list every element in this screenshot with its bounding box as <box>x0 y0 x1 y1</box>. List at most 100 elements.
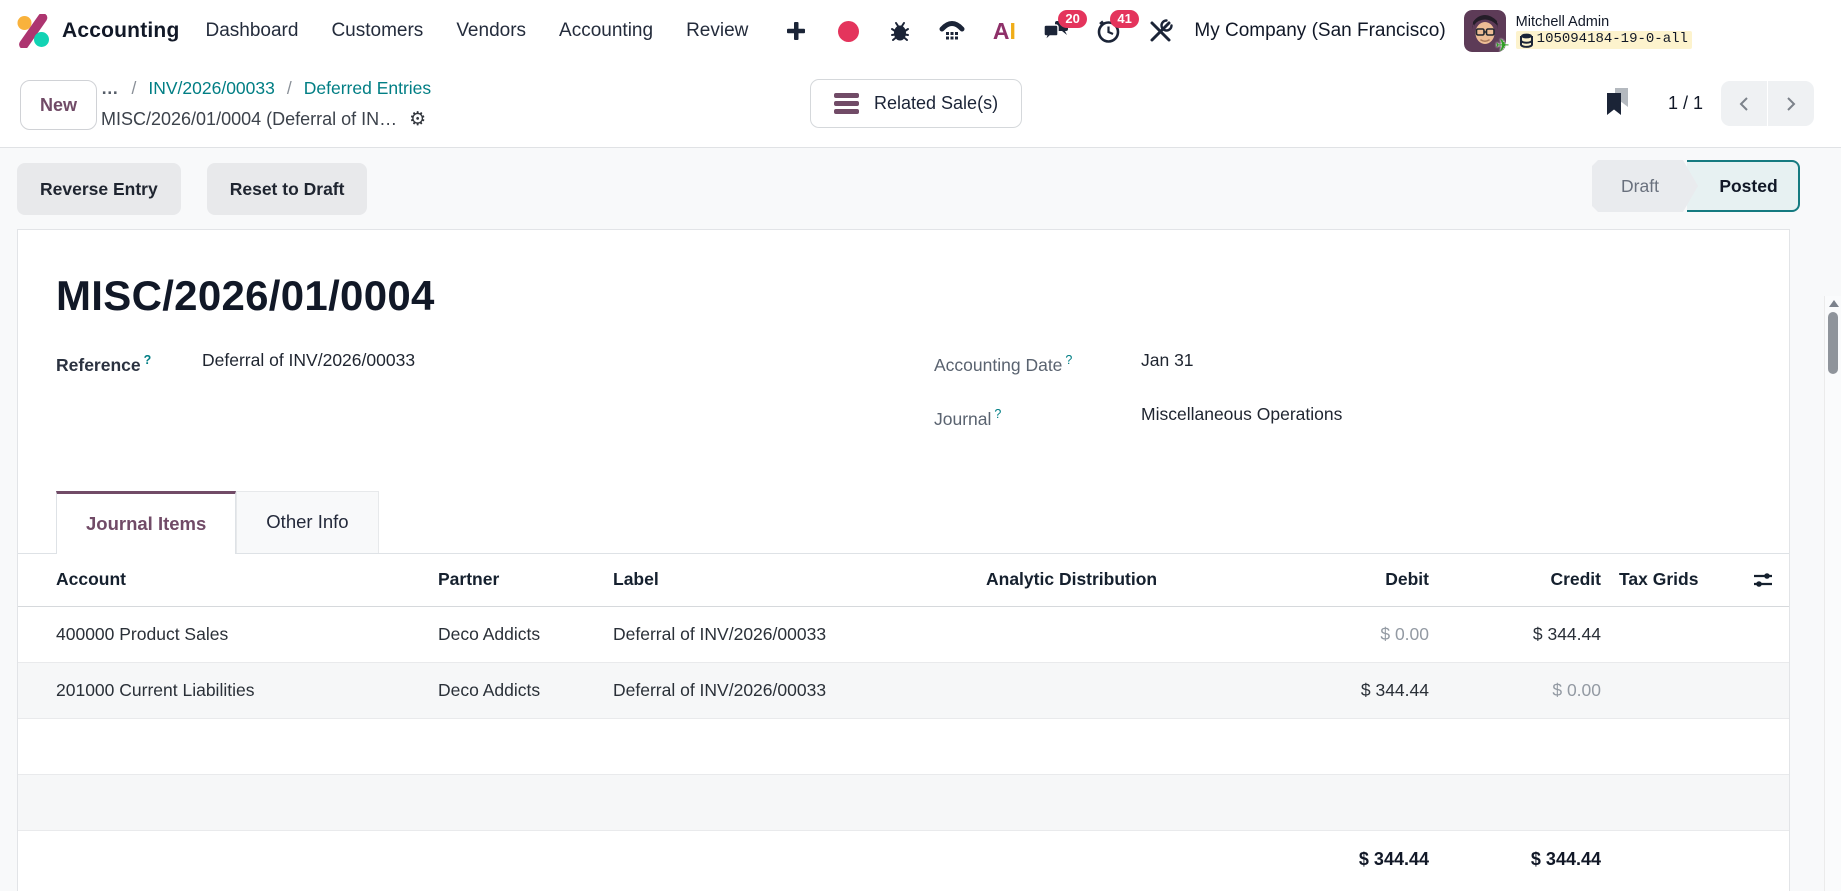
column-header-credit[interactable]: Credit <box>1429 569 1601 590</box>
table-header-row: Account Partner Label Analytic Distribut… <box>18 554 1789 607</box>
pager-next-button[interactable] <box>1768 81 1814 126</box>
menu-customers[interactable]: Customers <box>331 20 423 42</box>
table-row[interactable]: 400000 Product Sales Deco Addicts Deferr… <box>18 607 1789 663</box>
pager-counter: 1 / 1 <box>1667 93 1703 113</box>
control-panel: New … / INV/2026/00033 / Deferred Entrie… <box>0 62 1841 147</box>
cell-debit[interactable]: $ 344.44 <box>1191 680 1429 701</box>
accounting-app-logo-icon <box>17 14 49 48</box>
vertical-scrollbar[interactable] <box>1824 296 1841 891</box>
cell-partner[interactable]: Deco Addicts <box>438 680 613 701</box>
reference-value[interactable]: Deferral of INV/2026/00033 <box>202 346 415 374</box>
help-icon[interactable]: ? <box>994 407 1001 421</box>
odoo-accounting-window: Accounting Dashboard Customers Vendors A… <box>0 0 1841 891</box>
breadcrumb-separator: / <box>131 77 137 98</box>
breadcrumb-ellipsis[interactable]: … <box>101 78 120 99</box>
app-name[interactable]: Accounting <box>62 19 180 43</box>
plus-icon[interactable] <box>782 17 810 45</box>
total-debit: $ 344.44 <box>1358 848 1429 869</box>
help-icon[interactable]: ? <box>1065 353 1072 367</box>
field-group: Reference? Deferral of INV/2026/00033 Ac… <box>56 346 1751 454</box>
accounting-date-label: Accounting Date? <box>934 353 1073 375</box>
database-icon <box>1519 33 1533 48</box>
column-header-analytic[interactable]: Analytic Distribution <box>986 569 1191 590</box>
cell-label[interactable]: Deferral of INV/2026/00033 <box>613 624 986 645</box>
column-header-partner[interactable]: Partner <box>438 569 613 590</box>
action-buttons: Reverse Entry Reset to Draft <box>17 163 368 215</box>
systray: AI 20 41 <box>782 10 1174 45</box>
column-header-debit[interactable]: Debit <box>1191 569 1429 590</box>
tab-other-info[interactable]: Other Info <box>236 490 379 553</box>
status-draft[interactable]: Draft <box>1592 160 1698 212</box>
database-badge: 105094184-19-0-all <box>1515 31 1692 49</box>
breadcrumb-link-invoice[interactable]: INV/2026/00033 <box>148 78 275 99</box>
form-sheet: MISC/2026/01/0004 Reference? Deferral of… <box>17 229 1790 891</box>
menu-dashboard[interactable]: Dashboard <box>206 20 299 42</box>
accounting-date-value[interactable]: Jan 31 <box>1141 346 1194 374</box>
new-button[interactable]: New <box>20 80 98 130</box>
cell-partner[interactable]: Deco Addicts <box>438 624 613 645</box>
related-sales-label: Related Sale(s) <box>874 93 999 113</box>
breadcrumb-separator: / <box>286 77 292 98</box>
scrollbar-thumb[interactable] <box>1828 312 1838 374</box>
top-navbar: Accounting Dashboard Customers Vendors A… <box>0 0 1841 62</box>
table-row[interactable]: 201000 Current Liabilities Deco Addicts … <box>18 662 1789 719</box>
messages-badge: 20 <box>1058 10 1087 28</box>
app-switcher[interactable]: Accounting <box>16 14 180 48</box>
optional-columns-icon[interactable] <box>1752 570 1774 590</box>
top-menu: Dashboard Customers Vendors Accounting R… <box>206 20 749 42</box>
tools-icon[interactable] <box>1146 17 1174 45</box>
ai-icon[interactable]: AI <box>990 17 1018 45</box>
bug-icon[interactable] <box>886 17 914 45</box>
breadcrumb: … / INV/2026/00033 / Deferred Entries MI… <box>101 73 431 135</box>
journal-value[interactable]: Miscellaneous Operations <box>1141 400 1342 428</box>
cell-account[interactable]: 201000 Current Liabilities <box>18 680 438 701</box>
pager-previous-button[interactable] <box>1721 81 1767 126</box>
table-empty-row <box>18 719 1789 775</box>
cell-debit[interactable]: $ 0.00 <box>1191 624 1429 645</box>
cell-account[interactable]: 400000 Product Sales <box>18 624 438 645</box>
status-bar: Draft Posted <box>1592 160 1800 212</box>
hamburger-icon <box>834 93 859 114</box>
reference-label: Reference? <box>56 353 152 375</box>
related-sales-button[interactable]: Related Sale(s) <box>810 79 1023 128</box>
breadcrumb-current: MISC/2026/01/0004 (Deferral of IN… <box>101 108 398 129</box>
column-header-account[interactable]: Account <box>18 569 438 590</box>
chevron-right-icon <box>1787 96 1796 111</box>
column-header-label[interactable]: Label <box>613 569 986 590</box>
menu-accounting[interactable]: Accounting <box>559 20 653 42</box>
user-name: Mitchell Admin <box>1515 14 1610 31</box>
database-name: 105094184-19-0-all <box>1536 31 1688 48</box>
reverse-entry-button[interactable]: Reverse Entry <box>17 163 181 215</box>
column-header-tax-grids[interactable]: Tax Grids <box>1601 569 1741 590</box>
cell-credit[interactable]: $ 0.00 <box>1429 680 1601 701</box>
menu-review[interactable]: Review <box>686 20 748 42</box>
total-credit: $ 344.44 <box>1530 848 1601 869</box>
menu-vendors[interactable]: Vendors <box>456 20 526 42</box>
breadcrumb-link-deferred-entries[interactable]: Deferred Entries <box>304 78 431 99</box>
form-view: Reverse Entry Reset to Draft Draft Poste… <box>0 147 1841 891</box>
tab-journal-items[interactable]: Journal Items <box>56 490 237 554</box>
gear-icon[interactable]: ⚙ <box>409 108 426 130</box>
help-icon[interactable]: ? <box>144 353 152 367</box>
table-empty-row <box>18 774 1789 831</box>
record-icon[interactable] <box>834 17 862 45</box>
bookmark-icon[interactable] <box>1602 87 1630 121</box>
scrollbar-up-arrow[interactable] <box>1829 300 1839 307</box>
user-menu[interactable]: ✈ Mitchell Admin 105094184-19-0-all <box>1463 10 1692 56</box>
notebook-tabs: Journal Items Other Info <box>18 490 1789 554</box>
phone-icon[interactable] <box>938 17 966 45</box>
messages-icon[interactable]: 20 <box>1042 10 1087 45</box>
avatar: ✈ <box>1463 10 1510 56</box>
reset-to-draft-button[interactable]: Reset to Draft <box>206 163 368 215</box>
status-posted[interactable]: Posted <box>1687 160 1800 212</box>
activities-badge: 41 <box>1110 10 1139 28</box>
chevron-left-icon <box>1739 96 1748 111</box>
travel-plane-icon: ✈ <box>1495 36 1510 56</box>
pager: 1 / 1 <box>1602 79 1814 128</box>
journal-label: Journal? <box>934 406 1002 429</box>
cell-label[interactable]: Deferral of INV/2026/00033 <box>613 680 986 701</box>
cell-credit[interactable]: $ 344.44 <box>1429 624 1601 645</box>
company-selector[interactable]: My Company (San Francisco) <box>1194 20 1445 42</box>
entry-title: MISC/2026/01/0004 <box>56 272 435 319</box>
activities-clock-icon[interactable]: 41 <box>1094 10 1139 45</box>
